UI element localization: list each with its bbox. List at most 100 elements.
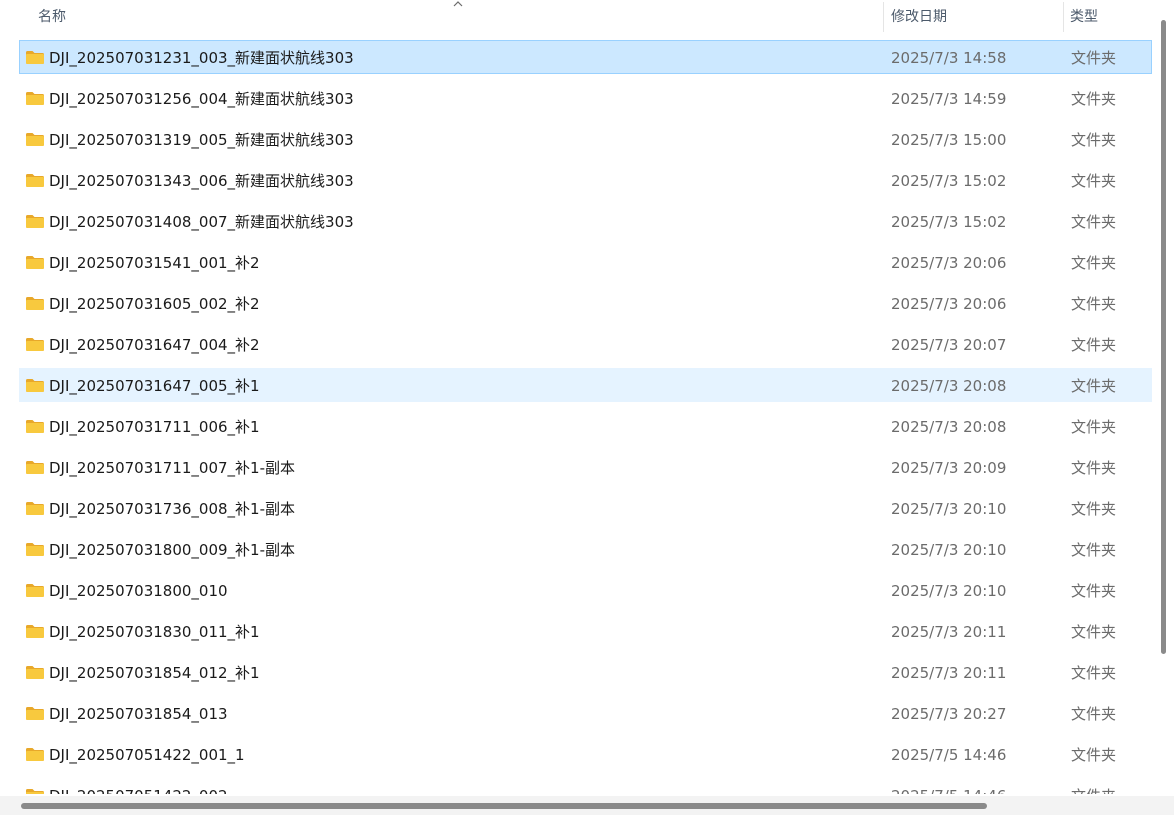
modified-date: 2025/7/3 20:06 — [891, 254, 1007, 272]
file-name: DJI_202507031830_011_补1 — [49, 623, 260, 641]
folder-icon — [26, 543, 44, 556]
folder-icon — [26, 420, 44, 433]
column-header-bar: 名称 修改日期 类型 — [0, 0, 1174, 34]
file-type: 文件夹 — [1071, 418, 1117, 436]
table-row[interactable]: DJI_202507031541_001_补2 2025/7/3 20:06 文件夹 — [19, 245, 1152, 279]
modified-date: 2025/7/3 20:10 — [891, 541, 1007, 559]
chevron-up-icon — [453, 1, 463, 7]
vertical-scrollbar-thumb[interactable] — [1161, 20, 1166, 654]
file-type: 文件夹 — [1071, 500, 1117, 518]
column-header-name[interactable]: 名称 — [38, 0, 66, 34]
folder-icon — [26, 625, 44, 638]
file-type: 文件夹 — [1071, 213, 1117, 231]
folder-icon — [26, 297, 44, 310]
file-name: DJI_202507051422_002 — [49, 779, 228, 794]
modified-date: 2025/7/3 15:02 — [891, 213, 1007, 231]
file-name: DJI_202507031343_006_新建面状航线303 — [49, 172, 354, 190]
file-type: 文件夹 — [1071, 459, 1117, 477]
folder-icon — [26, 666, 44, 679]
table-row[interactable]: DJI_202507051422_001_1 2025/7/5 14:46 文件夹 — [19, 737, 1152, 771]
file-type: 文件夹 — [1071, 664, 1117, 682]
table-row[interactable]: DJI_202507031647_004_补2 2025/7/3 20:07 文件夹 — [19, 327, 1152, 361]
table-row[interactable]: DJI_202507031231_003_新建面状航线303 2025/7/3 1… — [19, 40, 1152, 74]
folder-icon — [26, 92, 44, 105]
folder-icon — [26, 51, 44, 64]
file-name: DJI_202507031711_006_补1 — [49, 418, 260, 436]
column-divider[interactable] — [883, 2, 884, 32]
file-list: DJI_202507031231_003_新建面状航线303 2025/7/3 1… — [0, 40, 1156, 794]
file-name: DJI_202507031854_012_补1 — [49, 664, 260, 682]
folder-icon — [26, 379, 44, 392]
table-row[interactable]: DJI_202507031647_005_补1 2025/7/3 20:08 文件夹 — [19, 368, 1152, 402]
file-type: 文件夹 — [1071, 705, 1117, 723]
modified-date: 2025/7/3 20:08 — [891, 418, 1007, 436]
table-row[interactable]: DJI_202507031256_004_新建面状航线303 2025/7/3 1… — [19, 81, 1152, 115]
modified-date: 2025/7/3 14:58 — [891, 49, 1007, 67]
file-type: 文件夹 — [1071, 295, 1117, 313]
file-name: DJI_202507031800_010 — [49, 582, 228, 600]
modified-date: 2025/7/3 14:59 — [891, 90, 1007, 108]
table-row[interactable]: DJI_202507031830_011_补1 2025/7/3 20:11 文件夹 — [19, 614, 1152, 648]
table-row[interactable]: DJI_202507031854_013 2025/7/3 20:27 文件夹 — [19, 696, 1152, 730]
horizontal-scrollbar-thumb[interactable] — [21, 803, 987, 809]
modified-date: 2025/7/3 20:08 — [891, 377, 1007, 395]
file-name: DJI_202507031408_007_新建面状航线303 — [49, 213, 354, 231]
column-header-type[interactable]: 类型 — [1070, 0, 1098, 34]
table-row[interactable]: DJI_202507031343_006_新建面状航线303 2025/7/3 1… — [19, 163, 1152, 197]
file-name: DJI_202507031711_007_补1-副本 — [49, 459, 296, 477]
modified-date: 2025/7/5 14:46 — [891, 779, 1006, 794]
modified-date: 2025/7/3 20:09 — [891, 459, 1007, 477]
folder-icon — [26, 461, 44, 474]
folder-icon — [26, 502, 44, 515]
folder-icon — [26, 174, 44, 187]
modified-date: 2025/7/3 15:02 — [891, 172, 1007, 190]
modified-date: 2025/7/3 20:27 — [891, 705, 1007, 723]
file-type: 文件夹 — [1071, 623, 1117, 641]
file-type: 文件夹 — [1071, 336, 1117, 354]
file-name: DJI_202507031319_005_新建面状航线303 — [49, 131, 354, 149]
file-type: 文件夹 — [1071, 131, 1117, 149]
table-row[interactable]: DJI_202507031800_009_补1-副本 2025/7/3 20:10… — [19, 532, 1152, 566]
modified-date: 2025/7/5 14:46 — [891, 746, 1007, 764]
file-type: 文件夹 — [1071, 172, 1117, 190]
table-row[interactable]: DJI_202507031408_007_新建面状航线303 2025/7/3 1… — [19, 204, 1152, 238]
file-type: 文件夹 — [1071, 779, 1116, 794]
modified-date: 2025/7/3 20:11 — [891, 623, 1007, 641]
file-type: 文件夹 — [1071, 49, 1117, 67]
file-type: 文件夹 — [1071, 582, 1117, 600]
file-name: DJI_202507031231_003_新建面状航线303 — [49, 49, 354, 67]
file-type: 文件夹 — [1071, 254, 1117, 272]
table-row[interactable]: DJI_202507031736_008_补1-副本 2025/7/3 20:10… — [19, 491, 1152, 525]
folder-icon — [26, 748, 44, 761]
file-name: DJI_202507051422_001_1 — [49, 746, 245, 764]
modified-date: 2025/7/3 20:06 — [891, 295, 1007, 313]
file-name: DJI_202507031854_013 — [49, 705, 228, 723]
modified-date: 2025/7/3 20:11 — [891, 664, 1007, 682]
table-row[interactable]: DJI_202507031711_007_补1-副本 2025/7/3 20:09… — [19, 450, 1152, 484]
file-name: DJI_202507031605_002_补2 — [49, 295, 260, 313]
table-row[interactable]: DJI_202507051422_002 2025/7/5 14:46 文件夹 — [19, 778, 1152, 794]
file-name: DJI_202507031800_009_补1-副本 — [49, 541, 296, 559]
file-type: 文件夹 — [1071, 746, 1117, 764]
table-row[interactable]: DJI_202507031319_005_新建面状航线303 2025/7/3 1… — [19, 122, 1152, 156]
column-header-date[interactable]: 修改日期 — [891, 0, 947, 34]
file-type: 文件夹 — [1071, 541, 1117, 559]
table-row[interactable]: DJI_202507031854_012_补1 2025/7/3 20:11 文件夹 — [19, 655, 1152, 689]
folder-icon — [26, 215, 44, 228]
folder-icon — [26, 256, 44, 269]
table-row[interactable]: DJI_202507031711_006_补1 2025/7/3 20:08 文件夹 — [19, 409, 1152, 443]
folder-icon — [26, 584, 44, 597]
column-divider[interactable] — [1063, 2, 1064, 32]
modified-date: 2025/7/3 15:00 — [891, 131, 1007, 149]
file-name: DJI_202507031256_004_新建面状航线303 — [49, 90, 354, 108]
table-row[interactable]: DJI_202507031605_002_补2 2025/7/3 20:06 文件夹 — [19, 286, 1152, 320]
file-name: DJI_202507031736_008_补1-副本 — [49, 500, 296, 518]
file-name: DJI_202507031647_005_补1 — [49, 377, 260, 395]
modified-date: 2025/7/3 20:07 — [891, 336, 1007, 354]
file-name: DJI_202507031541_001_补2 — [49, 254, 260, 272]
modified-date: 2025/7/3 20:10 — [891, 500, 1007, 518]
table-row[interactable]: DJI_202507031800_010 2025/7/3 20:10 文件夹 — [19, 573, 1152, 607]
folder-icon — [26, 707, 44, 720]
folder-icon — [26, 338, 44, 351]
modified-date: 2025/7/3 20:10 — [891, 582, 1007, 600]
